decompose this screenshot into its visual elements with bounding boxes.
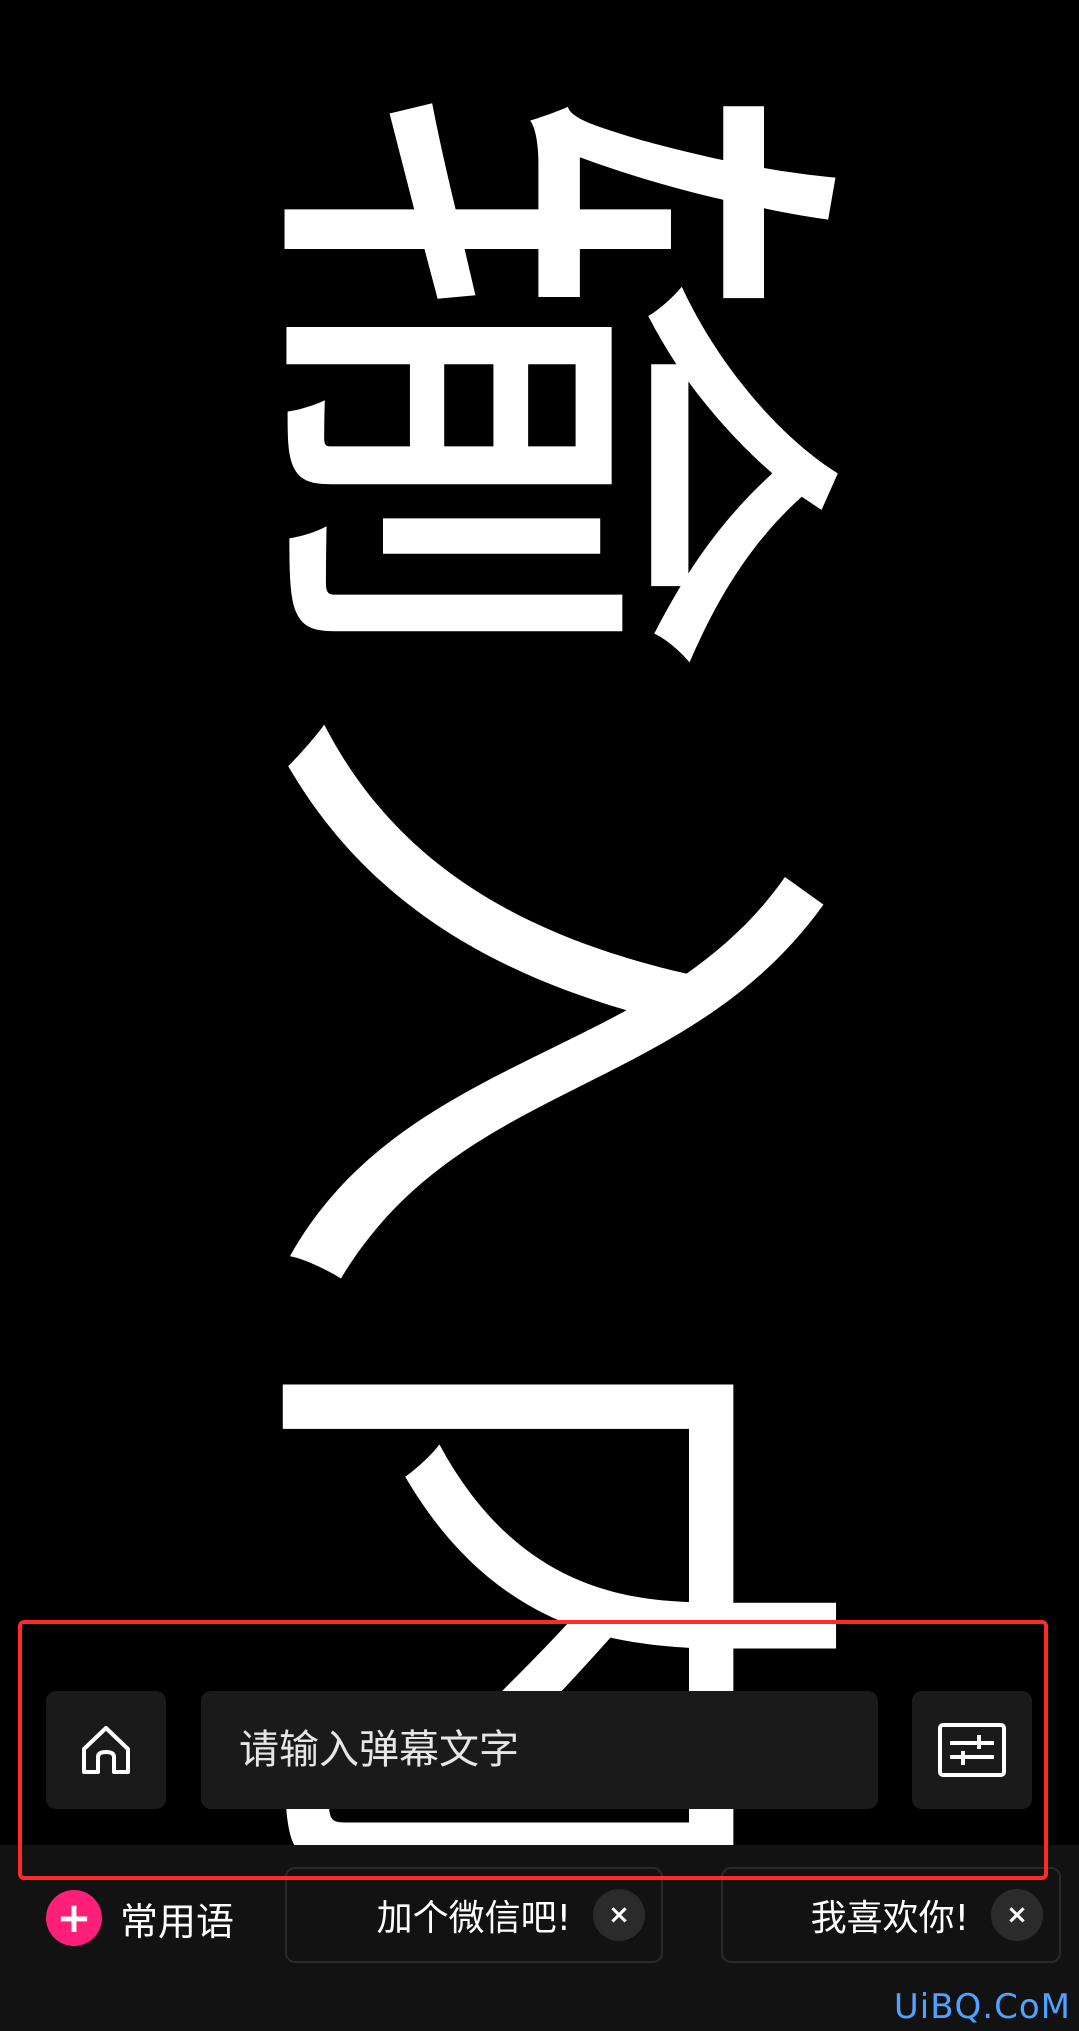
danmaku-char: 入 (190, 700, 889, 1300)
highlight-box (18, 1620, 1048, 1880)
phrase-chip[interactable]: 加个微信吧! × (285, 1867, 663, 1963)
add-phrase-button[interactable]: + 常用语 (46, 1890, 234, 1946)
add-phrase-label: 常用语 (120, 1899, 235, 1944)
phrase-chip[interactable]: 我喜欢你! × (721, 1867, 1061, 1963)
close-icon[interactable]: × (991, 1889, 1043, 1941)
danmaku-char: 输 (190, 78, 889, 678)
phrase-text: 我喜欢你! (810, 1898, 969, 1939)
close-icon[interactable]: × (593, 1889, 645, 1941)
phrase-text: 加个微信吧! (376, 1898, 571, 1939)
watermark: UiBQ.CoM (893, 1987, 1071, 2027)
plus-icon: + (46, 1890, 102, 1946)
